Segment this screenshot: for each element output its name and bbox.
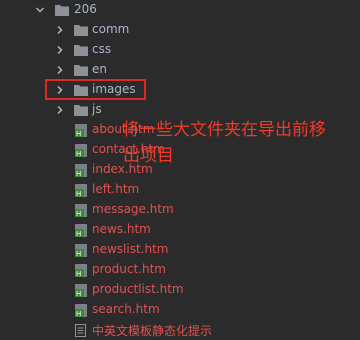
- tree-folder-label: comm: [92, 22, 130, 36]
- html-file-icon: H: [75, 224, 87, 238]
- tree-file-row[interactable]: H productlist.htm: [0, 280, 360, 300]
- svg-text:H: H: [76, 270, 81, 277]
- svg-text:H: H: [76, 310, 81, 317]
- tree-file-label: productlist.htm: [92, 282, 184, 296]
- highlight-box: [45, 79, 146, 100]
- tree-file-label: left.htm: [92, 182, 140, 196]
- tree-folder-en[interactable]: en: [0, 60, 360, 80]
- svg-text:H: H: [76, 170, 81, 177]
- tree-folder-label: css: [92, 42, 112, 56]
- folder-icon: [74, 44, 88, 56]
- tree-file-row[interactable]: 中英文模板静态化提示: [0, 320, 360, 340]
- svg-text:H: H: [76, 150, 81, 157]
- tree-file-label: newslist.htm: [92, 242, 169, 256]
- tree-file-row[interactable]: H product.htm: [0, 260, 360, 280]
- tree-folder-css[interactable]: css: [0, 40, 360, 60]
- project-explorer: { "tree": { "root": {"label": "206", "ex…: [0, 0, 360, 340]
- html-file-icon: H: [75, 284, 87, 298]
- tree-file-row[interactable]: H search.htm: [0, 300, 360, 320]
- folder-icon: [74, 24, 88, 36]
- chevron-right-icon[interactable]: [54, 44, 66, 56]
- svg-text:H: H: [76, 210, 81, 217]
- html-file-icon: H: [75, 304, 87, 318]
- svg-text:H: H: [76, 290, 81, 297]
- html-file-icon: H: [75, 244, 87, 258]
- html-file-icon: H: [75, 204, 87, 218]
- folder-icon: [74, 104, 88, 116]
- svg-text:H: H: [76, 250, 81, 257]
- folder-icon: [74, 64, 88, 76]
- tree-file-label: message.htm: [92, 202, 174, 216]
- svg-text:H: H: [76, 190, 81, 197]
- tree-file-row[interactable]: H news.htm: [0, 220, 360, 240]
- chevron-right-icon[interactable]: [54, 104, 66, 116]
- text-file-icon: [75, 324, 87, 337]
- annotation-line: 将一些大文件夹在导出前移: [122, 120, 326, 140]
- tree-file-row[interactable]: H message.htm: [0, 200, 360, 220]
- tree-root-label: 206: [74, 2, 97, 16]
- chevron-down-icon[interactable]: [34, 4, 46, 16]
- svg-text:H: H: [76, 230, 81, 237]
- tree-file-label: news.htm: [92, 222, 151, 236]
- html-file-icon: H: [75, 164, 87, 178]
- html-file-icon: H: [75, 184, 87, 198]
- annotation-note: 将一些大文件夹在导出前移 出项目: [122, 117, 357, 169]
- html-file-icon: H: [75, 264, 87, 278]
- svg-text:H: H: [76, 130, 81, 137]
- folder-icon: [55, 4, 69, 16]
- tree-root-206[interactable]: 206: [0, 0, 360, 20]
- chevron-right-icon[interactable]: [54, 64, 66, 76]
- tree-folder-label: js: [92, 102, 102, 116]
- tree-file-row[interactable]: H left.htm: [0, 180, 360, 200]
- chevron-right-icon[interactable]: [54, 24, 66, 36]
- html-file-icon: H: [75, 144, 87, 158]
- tree-file-label: 中英文模板静态化提示: [92, 324, 213, 338]
- html-file-icon: H: [75, 124, 87, 138]
- tree-file-row[interactable]: H newslist.htm: [0, 240, 360, 260]
- tree-file-label: product.htm: [92, 262, 166, 276]
- annotation-line: 出项目: [123, 146, 174, 166]
- tree-file-label: search.htm: [92, 302, 160, 316]
- tree-folder-comm[interactable]: comm: [0, 20, 360, 40]
- tree-folder-label: en: [92, 62, 107, 76]
